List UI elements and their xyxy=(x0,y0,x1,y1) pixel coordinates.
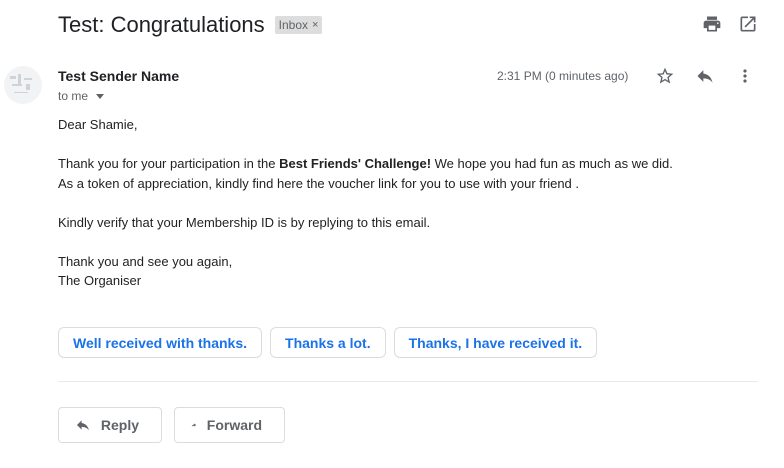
print-icon[interactable] xyxy=(702,14,722,34)
divider xyxy=(58,381,758,382)
recipient-text: to me xyxy=(58,89,89,103)
smart-reply-button[interactable]: Well received with thanks. xyxy=(58,327,263,358)
challenge-name: Best Friends' Challenge! xyxy=(279,156,432,171)
more-vert-icon[interactable] xyxy=(735,66,755,86)
paragraph-2: As a token of appreciation, kindly find … xyxy=(58,175,580,191)
subject-row: Test: Congratulations Inbox × xyxy=(58,10,323,40)
star-icon[interactable] xyxy=(655,66,675,86)
forward-icon xyxy=(191,423,197,427)
sender-name[interactable]: Test Sender Name xyxy=(58,68,179,84)
show-details-icon[interactable] xyxy=(96,93,105,99)
smart-replies: Well received with thanks. Thanks a lot.… xyxy=(58,327,598,358)
reply-button[interactable]: Reply xyxy=(58,407,162,443)
remove-label-icon[interactable]: × xyxy=(312,19,318,31)
message-timestamp: 2:31 PM (0 minutes ago) xyxy=(497,69,629,83)
greeting: Dear Shamie, xyxy=(58,117,138,132)
signature: The Organiser xyxy=(58,273,142,288)
sender-avatar[interactable] xyxy=(4,66,42,104)
forward-label: Forward xyxy=(206,417,262,433)
smart-reply-button[interactable]: Thanks, I have received it. xyxy=(393,327,598,358)
smart-reply-button[interactable]: Thanks a lot. xyxy=(270,327,386,358)
reply-icon xyxy=(76,420,89,431)
reply-icon[interactable] xyxy=(695,66,715,86)
inbox-label-text: Inbox xyxy=(278,18,309,32)
email-subject: Test: Congratulations xyxy=(58,12,265,37)
recipient-line: to me xyxy=(58,89,105,103)
message-body: Dear Shamie, Thank you for your particip… xyxy=(58,115,673,291)
forward-button[interactable]: Forward xyxy=(174,407,285,443)
open-in-new-window-icon[interactable] xyxy=(738,14,758,34)
bottom-actions: Reply Forward xyxy=(58,407,285,443)
reply-label: Reply xyxy=(100,417,139,433)
inbox-label[interactable]: Inbox × xyxy=(274,16,323,34)
closing-line: Thank you and see you again, xyxy=(58,253,233,269)
paragraph-1: Thank you for your participation in the … xyxy=(58,156,673,171)
paragraph-3: Kindly verify that your Membership ID is… xyxy=(58,214,431,230)
message-actions xyxy=(655,66,755,86)
thread-actions xyxy=(702,14,758,34)
